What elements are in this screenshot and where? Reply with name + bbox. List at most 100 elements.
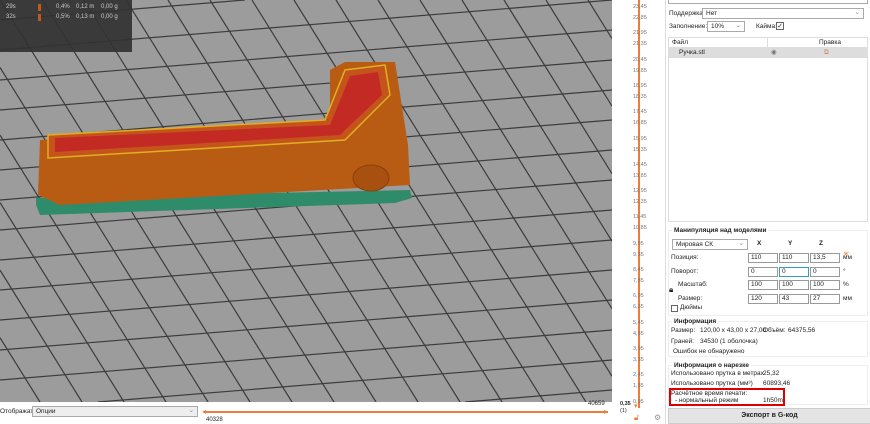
grid-line	[0, 269, 612, 321]
inches-checkbox[interactable]	[671, 305, 678, 312]
layer-tick-label: 10,85	[633, 225, 647, 232]
supports-label: Поддержка:	[669, 10, 705, 17]
drop-to-bed-icon[interactable]: ⇱	[844, 252, 850, 260]
layer-tick-label: 3,35	[633, 356, 644, 363]
export-gcode-button[interactable]: Экспорт в G-код	[668, 408, 870, 424]
layer-tick-label: 6,95	[633, 293, 644, 300]
manip-y-input[interactable]: 43	[779, 293, 809, 304]
layer-tick-label: 21,95	[633, 30, 647, 37]
faces-value: 34530 (1 оболочка)	[700, 338, 758, 345]
object-list[interactable]: Файл Правка Ручка.stl ◉ ⧉	[668, 37, 868, 222]
layer-tick-label: 12,95	[633, 188, 647, 195]
manip-x-input[interactable]: 110	[748, 253, 778, 263]
coordinate-system-select[interactable]: Мировая СК ⌄	[672, 239, 748, 250]
horizontal-range-slider[interactable]	[204, 411, 608, 413]
brim-checkbox[interactable]: ✓	[776, 22, 784, 30]
manip-x-input[interactable]: 100	[748, 280, 778, 290]
y-header: Y	[788, 240, 793, 247]
current-layer-number: (1)	[620, 408, 627, 414]
eye-icon[interactable]: ◉	[771, 49, 777, 57]
layer-tick-label: 8,45	[633, 267, 644, 273]
layer-tick-label: 11,45	[633, 214, 647, 221]
layer-tick-label: 15,95	[633, 135, 647, 142]
layer-tick-label: 21,35	[633, 41, 647, 48]
infill-label: Заполнение:	[669, 23, 708, 30]
edit-icon[interactable]: ⧉	[824, 49, 829, 57]
manip-row-label: Позиция:	[671, 254, 699, 261]
normal-mode-label: - нормальный режим	[675, 397, 739, 404]
range-max-handle[interactable]: ▸	[604, 407, 608, 416]
layer-tick-label: 1,85	[633, 383, 644, 390]
layer-tick-label: 17,45	[633, 109, 647, 116]
grid-line	[0, 202, 125, 402]
legend-time: 32s	[6, 14, 16, 20]
layer-slider[interactable]: 23,45 22,85 21,95 21,35 20,45 19,85 18,95 18,35…	[612, 0, 665, 424]
legend-weight: 0,00 g	[101, 14, 118, 20]
inches-label: Дюймы	[680, 304, 703, 311]
chevron-down-icon: ⌄	[738, 240, 744, 247]
gear-icon[interactable]: ⚙	[654, 413, 661, 423]
grid-line	[587, 0, 612, 39]
manip-row-label: Размер:	[678, 294, 703, 302]
lock-icon[interactable]: 🔓︎	[634, 413, 639, 423]
slice-info-title: Информация о нарезке	[672, 362, 751, 370]
size-value: 120,00 x 43,00 x 27,00	[700, 327, 767, 334]
print-time-value: 1h50m	[763, 397, 783, 404]
manip-x-input[interactable]: 120	[748, 293, 778, 304]
grid-line	[545, 0, 612, 107]
manip-unit: °	[843, 267, 846, 275]
range-min-value: 40328	[206, 417, 223, 423]
layer-tick-label: 6,35	[633, 304, 644, 311]
manip-row-label: Поворот:	[671, 267, 699, 275]
object-row[interactable]: Ручка.stl ◉ ⧉	[669, 48, 867, 58]
layer-tick-label: 23,45	[633, 4, 647, 10]
supports-value: Нет	[706, 10, 718, 17]
layer-tick-label: 15,35	[633, 146, 647, 153]
grid-line	[0, 59, 612, 111]
display-select[interactable]: Опции ⌄	[32, 406, 198, 417]
print-bed-scene	[0, 0, 612, 402]
range-min-handle[interactable]: ◂	[202, 407, 206, 416]
3d-viewport[interactable]: 29s 0,4% 0,12 m 0,00 g 32s 0,5% 0,13 m 0…	[0, 0, 612, 402]
model-hole	[352, 164, 390, 192]
volume-label: Объём:	[763, 327, 786, 334]
supports-select[interactable]: Нет ⌄	[702, 8, 864, 19]
z-header: Z	[819, 240, 823, 247]
manip-z-input[interactable]: 0	[810, 266, 840, 277]
print-settings-combo[interactable]	[668, 0, 868, 4]
legend-row: 29s 0,4% 0,12 m 0,00 g	[6, 4, 118, 11]
right-panel: Поддержка: Нет ⌄ Заполнение: 10% ⌄ Кайма: …	[665, 0, 870, 424]
infill-value: 10%	[711, 23, 725, 30]
col-edit: Правка	[819, 39, 841, 46]
manip-y-input[interactable]: 110	[779, 253, 809, 263]
manip-y-input[interactable]: 0	[779, 266, 809, 277]
manip-row-label: Масштаб:	[678, 281, 708, 288]
grid-line	[0, 299, 612, 351]
chevron-down-icon: ⌄	[735, 22, 741, 29]
lock-icon[interactable]: 🔒︎	[669, 285, 673, 295]
layer-tick-label: 13,85	[633, 172, 647, 179]
manip-z-input[interactable]: 27	[810, 293, 840, 304]
legend-row: 32s 0,5% 0,13 m 0,00 g	[6, 14, 118, 21]
faces-label: Граней:	[671, 338, 695, 345]
grid-line	[0, 269, 83, 402]
slider-handle-icon[interactable]: ▾	[634, 403, 638, 411]
manip-z-input[interactable]: 13,5	[810, 253, 840, 263]
layer-tick-label: 16,85	[633, 120, 647, 127]
layer-tick-label: 19,85	[633, 67, 647, 74]
filament-mm3-value: 60893,46	[763, 380, 791, 387]
volume-value: 64375,56	[788, 327, 816, 334]
manip-x-input[interactable]: 0	[748, 266, 778, 277]
info-title: Информация	[672, 318, 719, 326]
legend-percent: 0,4%	[56, 4, 70, 10]
grid-line	[419, 0, 612, 310]
filament-m-value: 25,32	[763, 370, 780, 377]
manip-y-input[interactable]: 100	[779, 280, 809, 290]
manip-z-input[interactable]: 100	[810, 280, 840, 290]
legend-length: 0,13 m	[76, 14, 95, 20]
chevron-down-icon: ⌄	[188, 407, 194, 414]
layer-tick-label: 4,85	[633, 330, 644, 337]
current-layer-height: 0,35	[620, 401, 631, 407]
infill-select[interactable]: 10% ⌄	[707, 21, 745, 32]
chevron-down-icon: ⌄	[854, 9, 860, 16]
